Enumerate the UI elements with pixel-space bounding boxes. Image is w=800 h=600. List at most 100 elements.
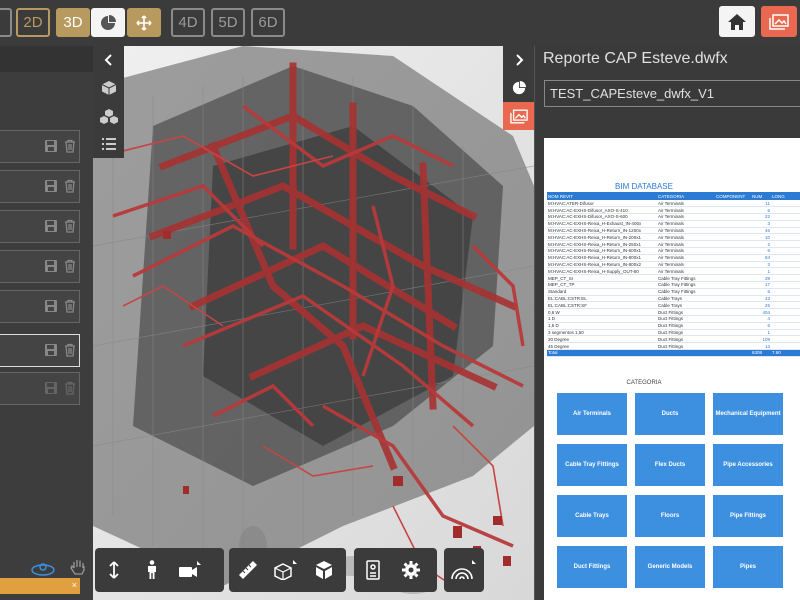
table-cell (715, 220, 751, 228)
view-2d-button[interactable]: 2D (16, 8, 50, 37)
saved-view-row-selected[interactable] (0, 334, 80, 367)
view-3d-button[interactable]: 3D (56, 8, 90, 37)
home-button[interactable] (719, 6, 755, 37)
trash-icon[interactable] (63, 219, 77, 233)
table-cell: Cable Tray Fittings (657, 274, 715, 283)
view-5d-button[interactable]: 5D (211, 8, 245, 37)
gallery-button[interactable] (761, 6, 797, 37)
table-row: EL:CABL:CSTR:SFCable Trays 251 (547, 301, 800, 310)
trash-icon[interactable] (63, 179, 77, 193)
trash-icon[interactable] (63, 299, 77, 313)
table-cell: 1 (771, 295, 800, 303)
category-tile[interactable]: Cable Trays (556, 494, 628, 538)
view-4d-button[interactable]: 4D (171, 8, 205, 37)
table-cell: 46 (751, 227, 771, 235)
category-tile[interactable]: Duct Fittings (556, 545, 628, 589)
saved-view-row[interactable] (0, 250, 80, 283)
orbit-icon[interactable] (30, 558, 56, 580)
gear-icon (402, 561, 420, 579)
list-view-button[interactable] (93, 130, 124, 158)
trash-icon[interactable] (63, 381, 77, 395)
category-tile[interactable]: Flex Ducts (634, 443, 706, 487)
table-cell: Air Terminals (657, 220, 715, 228)
model-viewport-3d[interactable] (93, 46, 534, 600)
table-row: M:HVAC:AC-EXHS-Difusor_AXO-S-600 Air Term… (547, 213, 800, 221)
trash-icon[interactable] (63, 139, 77, 153)
save-icon[interactable] (44, 139, 58, 153)
category-tile[interactable]: Mechanical Equipment (712, 392, 784, 436)
cube-view-button[interactable] (93, 74, 124, 102)
category-tile[interactable]: Floors (634, 494, 706, 538)
saved-view-row[interactable] (0, 290, 80, 323)
category-tile[interactable]: Pipe Accessories (712, 443, 784, 487)
table-cell (771, 329, 800, 337)
table-cell (771, 281, 800, 289)
settings-button[interactable] (392, 548, 430, 592)
category-tile[interactable]: Generic Models (634, 545, 706, 589)
table-cell (715, 206, 751, 215)
table-header: NOM REVIT (547, 192, 657, 200)
table-cell: Cable Tray Fittings (657, 281, 715, 289)
saved-view-row[interactable] (0, 210, 80, 243)
table-cell: 3 (751, 261, 771, 269)
report-selector[interactable]: TEST_CAPEsteve_dwfx_V1 (544, 80, 800, 107)
save-icon[interactable] (44, 219, 58, 233)
table-cell (771, 200, 800, 208)
section-box-button[interactable] (267, 548, 305, 592)
properties-button[interactable] (354, 548, 392, 592)
saved-view-row[interactable] (0, 372, 80, 405)
saved-view-row[interactable] (0, 130, 80, 163)
saved-view-row[interactable] (0, 170, 80, 203)
view-1d-button[interactable] (0, 8, 12, 37)
vertical-move-button[interactable] (95, 548, 133, 592)
report-tab[interactable] (503, 102, 534, 130)
view-6d-button[interactable]: 6D (251, 8, 285, 37)
charts-tab[interactable] (503, 74, 534, 102)
save-icon[interactable] (44, 179, 58, 193)
navigation-overlay (22, 550, 92, 590)
person-icon (148, 560, 156, 579)
category-tile[interactable]: Ducts (634, 392, 706, 436)
bim-database-title: BIM DATABASE (615, 182, 673, 191)
table-cell (771, 220, 800, 228)
walk-mode-button[interactable] (133, 548, 171, 592)
category-tile[interactable]: Pipes (712, 545, 784, 589)
save-icon[interactable] (44, 299, 58, 313)
table-cell: 6 (751, 288, 771, 296)
cubes-view-button[interactable] (93, 102, 124, 130)
save-icon[interactable] (44, 381, 58, 395)
camera-button[interactable] (171, 548, 209, 592)
trash-icon[interactable] (63, 259, 77, 273)
home-icon (728, 13, 746, 30)
table-cell: Air Terminals (657, 254, 715, 262)
pie-chart-button[interactable] (91, 8, 125, 37)
measure-button[interactable] (229, 548, 267, 592)
category-tile[interactable]: Cable Tray Fittings (556, 443, 628, 487)
collapse-left-button[interactable] (93, 46, 124, 74)
section-cube-icon (274, 560, 297, 580)
chevron-right-icon (515, 54, 523, 66)
table-cell (771, 247, 800, 255)
explode-model-button[interactable] (305, 548, 343, 592)
table-cell: 1 (771, 301, 800, 310)
hand-pan-icon[interactable] (70, 558, 88, 578)
table-cell: 22 (751, 213, 771, 221)
environment-button[interactable] (444, 548, 482, 592)
table-row: 1,5 D Duct Fittings 6 (547, 322, 800, 330)
right-rail (503, 46, 534, 600)
table-header: COMPONENT (715, 192, 751, 200)
table-cell (771, 315, 800, 323)
category-tile[interactable]: Air Terminals (556, 392, 628, 436)
trash-icon[interactable] (63, 343, 77, 357)
report-sheet[interactable]: BIM DATABASE NOM REVIT CATEGORIA COMPONENT… (544, 138, 800, 600)
cube-split-icon (316, 561, 332, 579)
move-button[interactable] (127, 8, 161, 37)
table-row: M:HVAC:AC-EXHS-Reixa_H-Return_IN-800x2 Ai… (547, 261, 800, 269)
collapse-right-button[interactable] (503, 46, 534, 74)
table-header: LONG (771, 192, 800, 200)
save-icon[interactable] (44, 343, 58, 357)
table-cell (715, 267, 751, 276)
category-tile[interactable]: Pipe Fittings (712, 494, 784, 538)
save-icon[interactable] (44, 259, 58, 273)
table-cell: M:HVAC:AC-EXHS-Reixa_H-Return_IN-800x2 (547, 261, 657, 269)
